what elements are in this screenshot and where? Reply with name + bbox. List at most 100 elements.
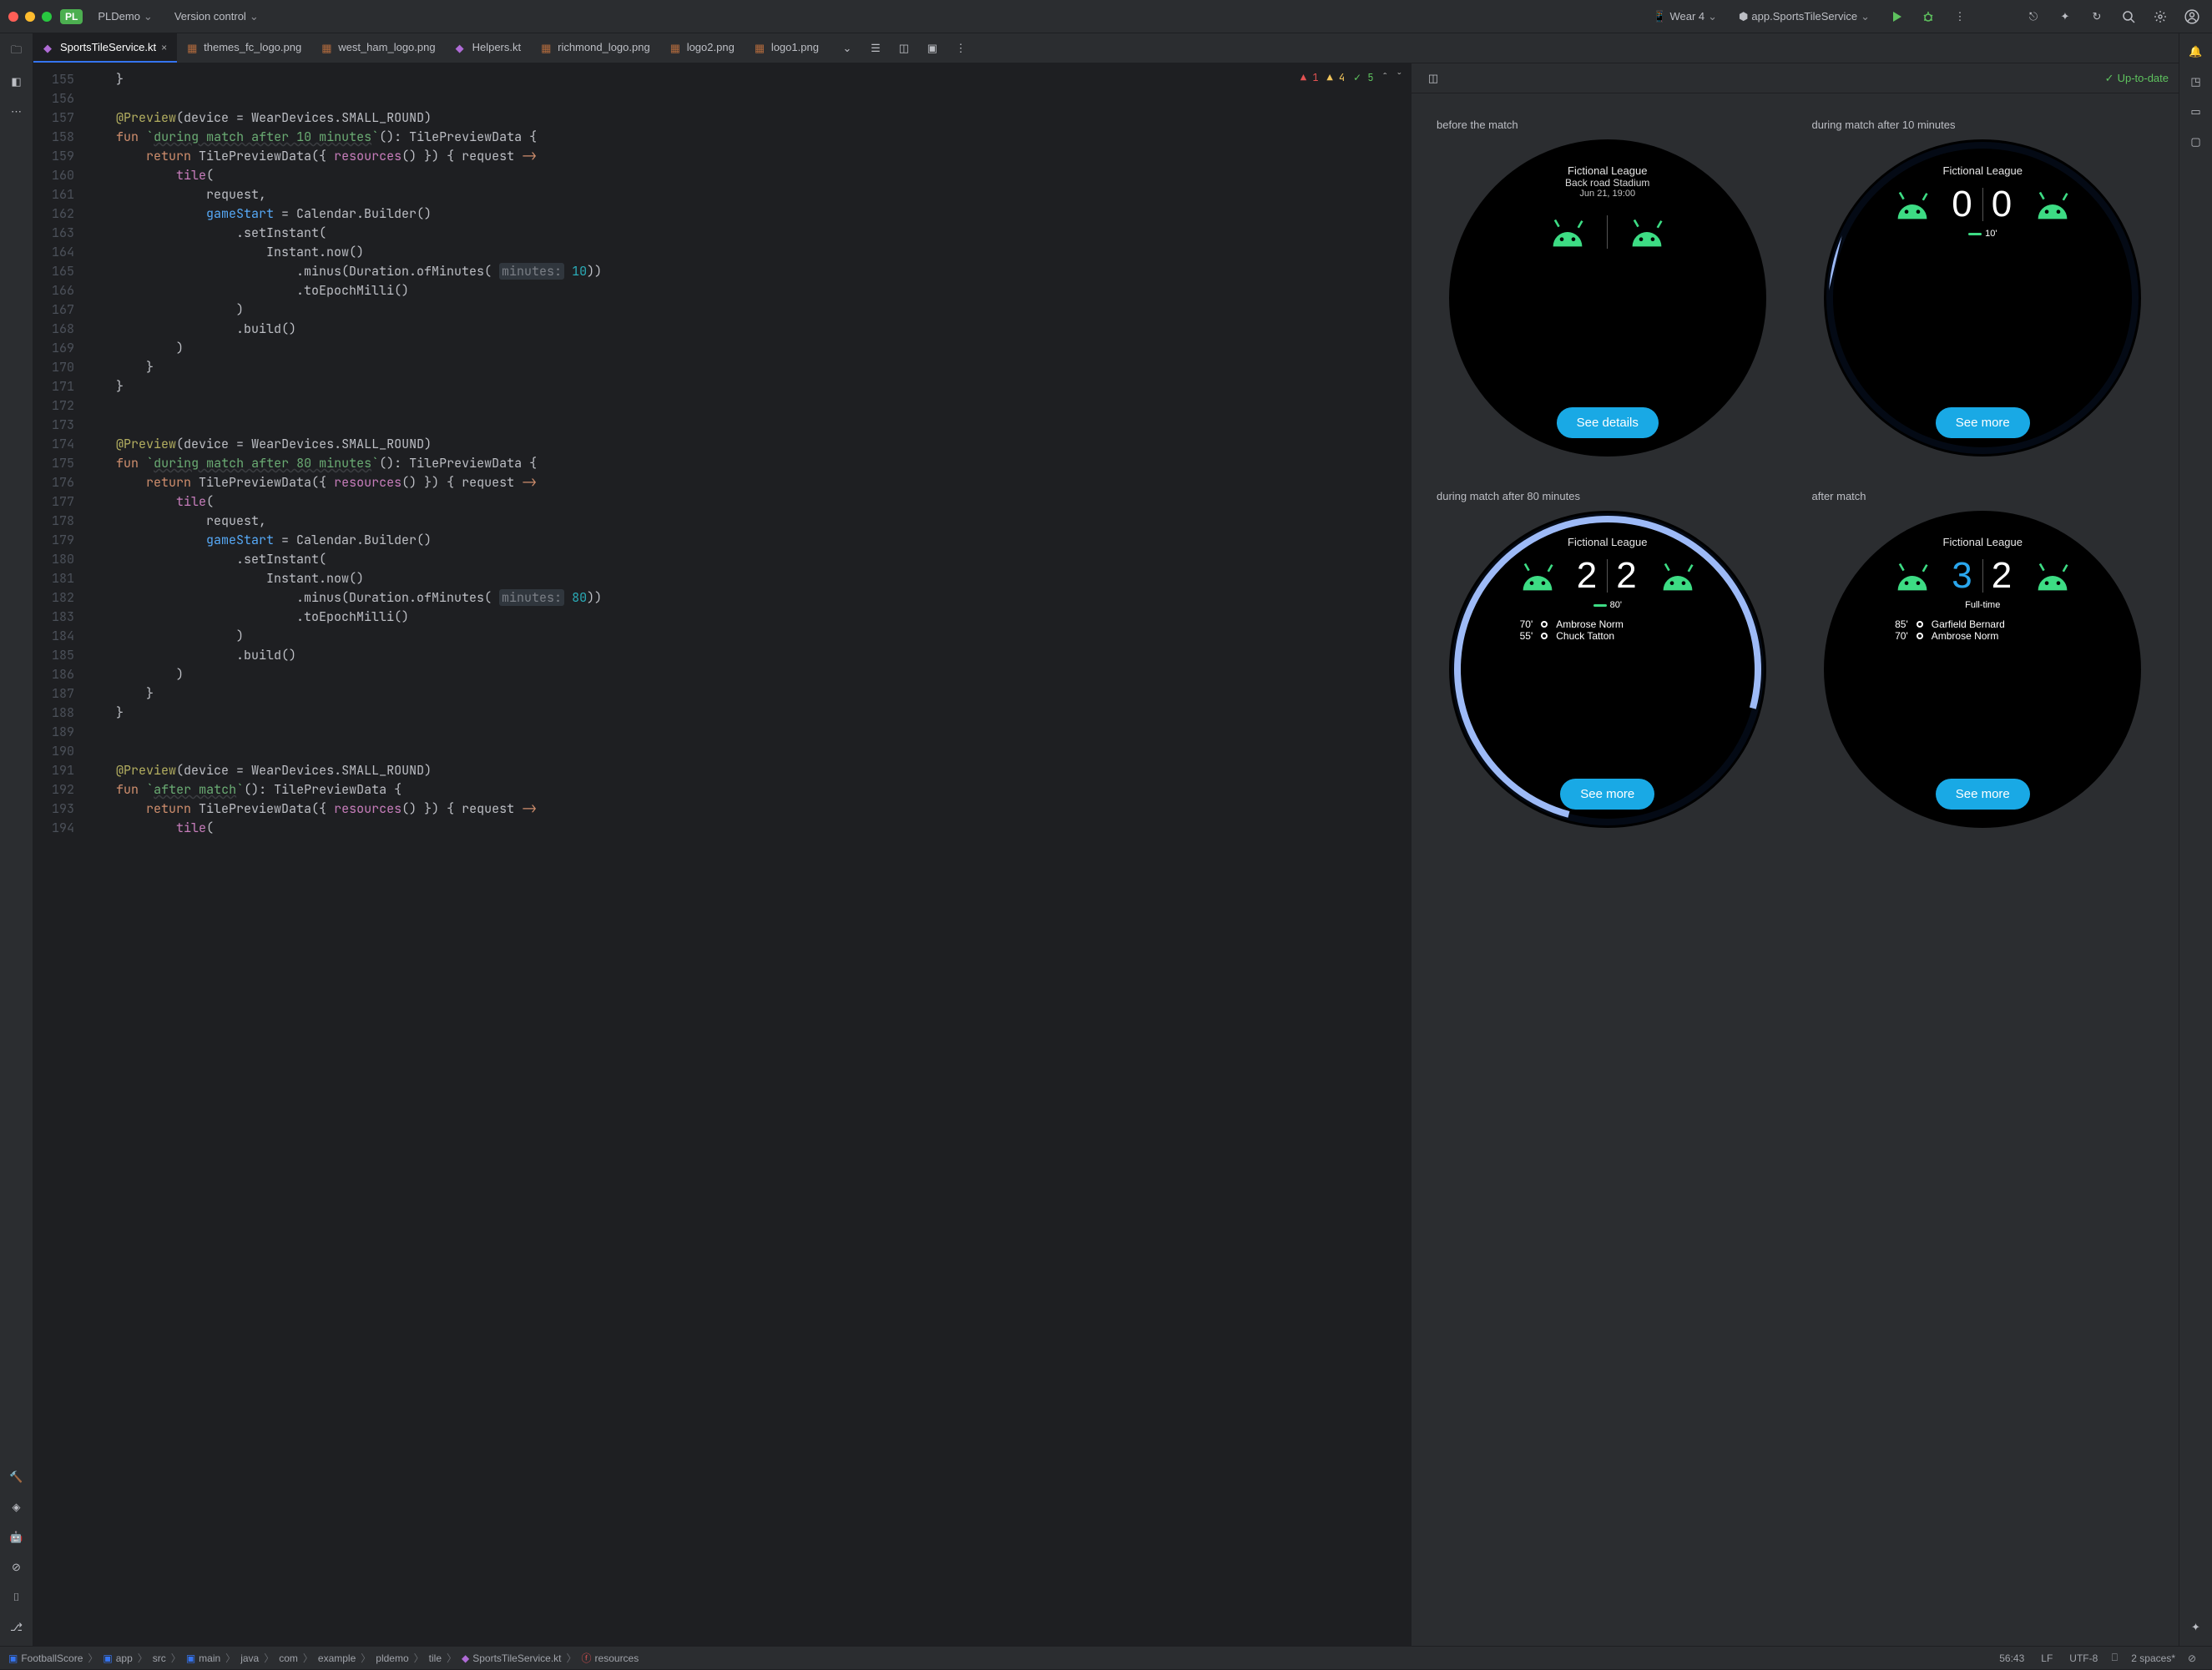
tab-logo1[interactable]: ▦logo1.png — [745, 33, 829, 63]
settings-icon[interactable] — [2149, 5, 2172, 28]
vcs-tool-icon[interactable]: ⎇ — [5, 1616, 28, 1639]
tab-sportstileservice[interactable]: ◆SportsTileService.kt× — [33, 33, 177, 63]
problems-tool-icon[interactable]: ⊘ — [5, 1556, 28, 1579]
android-icon — [2028, 559, 2077, 593]
android-icon — [2028, 188, 2077, 221]
status-indicator-icon[interactable]: ⊘ — [2180, 1647, 2204, 1670]
tab-logo2[interactable]: ▦logo2.png — [660, 33, 745, 63]
line-gutter: 155 156 157 158 159 160 161 162 163 164 … — [33, 63, 86, 1646]
debug-button[interactable] — [1917, 5, 1940, 28]
ai-assistant-icon[interactable]: ✦ — [2184, 1616, 2208, 1639]
prev-highlight-icon[interactable]: ˆ — [1382, 68, 1388, 88]
editor-more-icon[interactable]: ⋮ — [949, 37, 972, 60]
tab-richmond-logo[interactable]: ▦richmond_logo.png — [531, 33, 660, 63]
status-bar: ▣ FootballScore〉 ▣ app〉 src〉 ▣ main〉 jav… — [0, 1646, 2212, 1669]
more-actions-icon[interactable]: ⋮ — [1948, 5, 1972, 28]
preview-after-match[interactable]: after match Fictional League 32 Full-tim… — [1812, 490, 2154, 828]
code-content[interactable]: } @Preview(device = WearDevices.SMALL_RO… — [86, 63, 1411, 1646]
android-icon — [1888, 559, 1937, 593]
favorites-tool-icon[interactable]: ◈ — [5, 1496, 28, 1519]
notifications-icon[interactable]: 🔔 — [2184, 40, 2208, 63]
minimize-icon[interactable] — [25, 12, 35, 22]
next-highlight-icon[interactable]: ˇ — [1396, 68, 1402, 88]
project-selector[interactable]: PLDemo — [91, 7, 159, 27]
breadcrumb[interactable]: tile — [429, 1652, 442, 1664]
android-icon — [1888, 188, 1937, 221]
preview-during-10[interactable]: during match after 10 minutes Fictional … — [1812, 119, 2154, 457]
account-icon[interactable] — [2180, 5, 2204, 28]
line-ending[interactable]: LF — [2041, 1652, 2053, 1664]
structure-tool-icon[interactable]: ◧ — [5, 70, 28, 93]
vcs-menu[interactable]: Version control — [168, 7, 265, 27]
editor-layout-icon[interactable]: ☰ — [864, 37, 887, 60]
error-count: ▲ 1 — [1300, 68, 1319, 88]
android-icon — [1543, 215, 1592, 249]
gradle-tool-icon[interactable]: ◳ — [2184, 70, 2208, 93]
compose-preview-pane: ◫ ✓ Up-to-date before the match Fictiona… — [1411, 63, 2179, 1646]
tab-themes-fc-logo[interactable]: ▦themes_fc_logo.png — [177, 33, 311, 63]
zoom-icon[interactable] — [42, 12, 52, 22]
editor-tabs: ◆SportsTileService.kt× ▦themes_fc_logo.p… — [33, 33, 2179, 63]
file-encoding[interactable]: UTF-8 — [2069, 1652, 2098, 1664]
terminal-tool-icon[interactable]: ⌷ — [5, 1586, 28, 1609]
build-tool-icon[interactable]: 🔨 — [5, 1466, 28, 1489]
titlebar: PL PLDemo Version control 📱 Wear 4 ⬢ app… — [0, 0, 2212, 33]
search-icon[interactable] — [2117, 5, 2140, 28]
image-file-icon: ▦ — [755, 42, 766, 53]
image-file-icon: ▦ — [187, 42, 199, 53]
close-icon[interactable] — [8, 12, 18, 22]
run-config-selector[interactable]: ⬢ app.SportsTileService — [1732, 7, 1876, 27]
inspection-widget[interactable]: ▲ 1 ▲ 4 ✓ 5 ˆ ˇ — [1300, 68, 1402, 88]
emulator-tool-icon[interactable]: ▢ — [2184, 130, 2208, 154]
window-controls — [8, 12, 52, 22]
goal-icon — [1917, 633, 1923, 639]
editor-split-icon[interactable]: ◫ — [892, 37, 916, 60]
tabs-dropdown-icon[interactable]: ⌄ — [836, 37, 859, 60]
breadcrumb[interactable]: example — [318, 1652, 356, 1664]
android-tool-icon[interactable]: 🤖 — [5, 1526, 28, 1549]
breadcrumb[interactable]: ◆ SportsTileService.kt — [462, 1652, 562, 1664]
image-file-icon: ▦ — [541, 42, 553, 53]
breadcrumb[interactable]: pldemo — [376, 1652, 408, 1664]
breadcrumb[interactable]: src — [153, 1652, 166, 1664]
code-editor[interactable]: ▲ 1 ▲ 4 ✓ 5 ˆ ˇ 155 156 157 158 159 160 … — [33, 63, 1411, 1646]
right-tool-rail: 🔔 ◳ ▭ ▢ ✦ — [2179, 33, 2212, 1646]
editor-preview-icon[interactable]: ▣ — [921, 37, 944, 60]
android-icon — [1623, 215, 1671, 249]
tab-helpers[interactable]: ◆Helpers.kt — [446, 33, 532, 63]
caret-position[interactable]: 56:43 — [1999, 1652, 2024, 1664]
see-more-button[interactable]: See more — [1936, 407, 2030, 438]
breadcrumb[interactable]: ▣ FootballScore — [8, 1652, 83, 1664]
warning-count: ▲ 4 — [1327, 68, 1346, 88]
project-badge: PL — [60, 9, 83, 24]
updates-icon[interactable]: ✦ — [2053, 5, 2077, 28]
tab-west-ham-logo[interactable]: ▦west_ham_logo.png — [311, 33, 445, 63]
breadcrumb[interactable]: com — [279, 1652, 298, 1664]
device-manager-icon[interactable]: ▭ — [2184, 100, 2208, 124]
image-file-icon: ▦ — [321, 42, 333, 53]
see-more-button[interactable]: See more — [1936, 779, 2030, 810]
breadcrumb[interactable]: ▣ main — [186, 1652, 220, 1664]
indent-config[interactable]: 2 spaces* — [2131, 1652, 2175, 1664]
code-with-me-icon[interactable]: ⎋ — [2022, 5, 2045, 28]
breadcrumb[interactable]: ▣ app — [103, 1652, 132, 1664]
run-button[interactable] — [1885, 5, 1908, 28]
ok-count: ✓ 5 — [1353, 68, 1373, 88]
close-tab-icon[interactable]: × — [161, 42, 167, 53]
preview-layout-icon[interactable]: ◫ — [1422, 67, 1445, 90]
kotlin-file-icon: ◆ — [43, 42, 55, 53]
more-tool-icon[interactable]: ⋯ — [5, 100, 28, 124]
preview-during-80[interactable]: during match after 80 minutes Fictional … — [1437, 490, 1779, 828]
project-tool-icon[interactable]: 🗀 — [5, 40, 28, 63]
breadcrumb[interactable]: ⓕ resources — [582, 1651, 639, 1665]
device-selector[interactable]: 📱 Wear 4 — [1646, 7, 1724, 27]
breadcrumb[interactable]: java — [240, 1652, 259, 1664]
preview-status: ✓ Up-to-date — [2105, 72, 2169, 85]
see-details-button[interactable]: See details — [1557, 407, 1659, 438]
sync-icon[interactable]: ↻ — [2085, 5, 2108, 28]
readonly-toggle-icon[interactable]: ⎕ — [2103, 1647, 2126, 1670]
left-tool-rail: 🗀 ◧ ⋯ 🔨 ◈ 🤖 ⊘ ⌷ ⎇ — [0, 33, 33, 1646]
kotlin-file-icon: ◆ — [456, 42, 467, 53]
preview-before-match[interactable]: before the match Fictional League Back r… — [1437, 119, 1779, 457]
goal-icon — [1917, 621, 1923, 628]
